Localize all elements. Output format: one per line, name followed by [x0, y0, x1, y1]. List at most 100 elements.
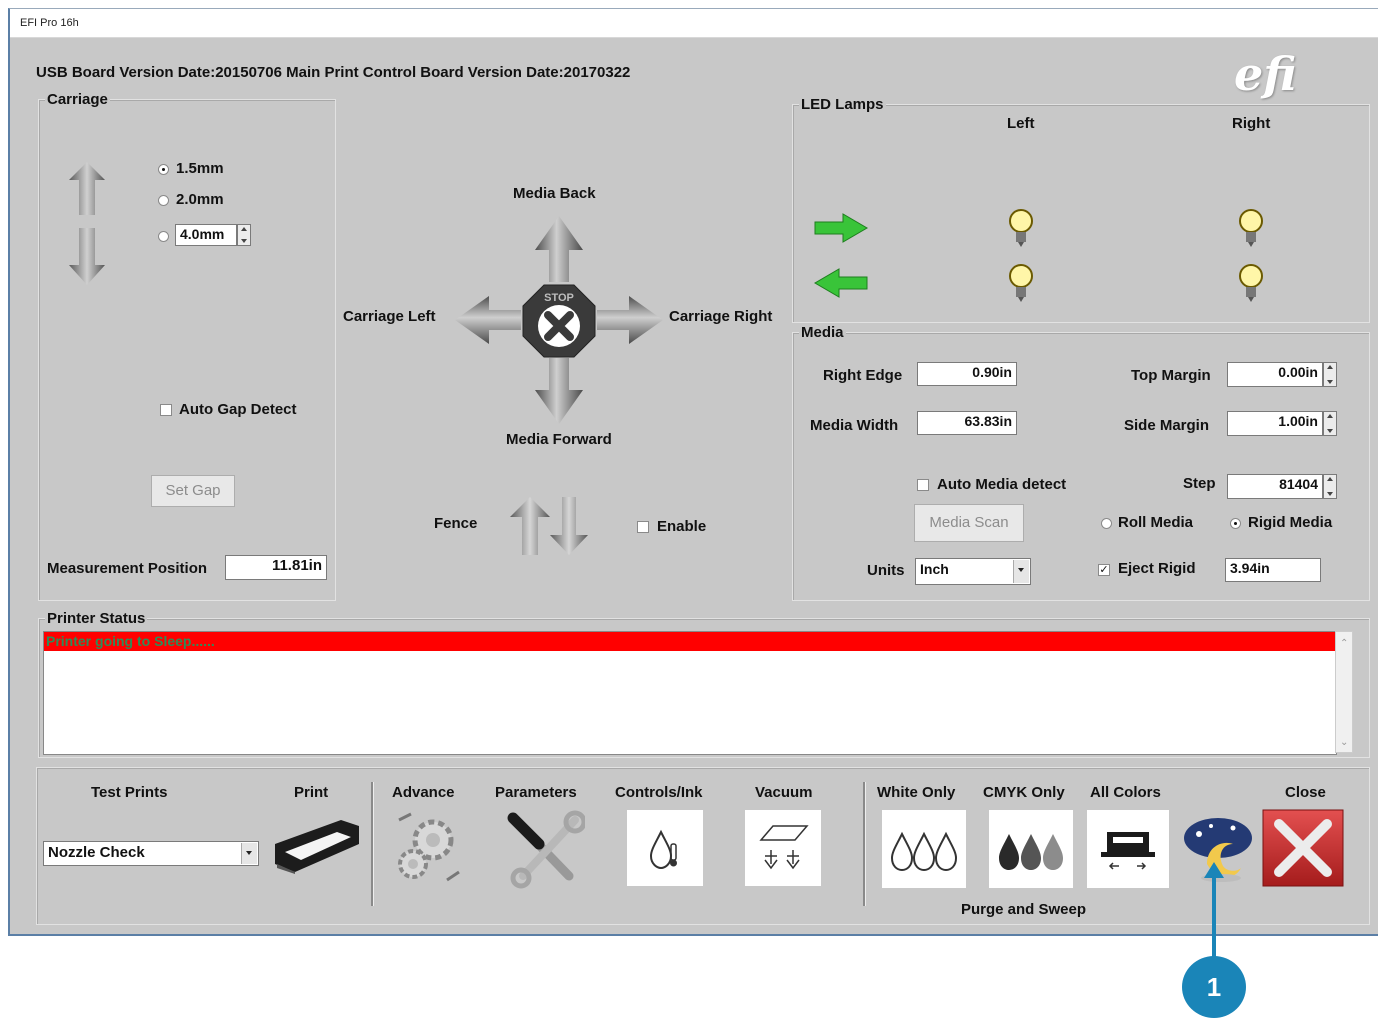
set-gap-button[interactable]: Set Gap [151, 475, 235, 507]
all-colors-button[interactable] [1087, 810, 1169, 888]
cmyk-ink-drops-icon [999, 834, 1063, 870]
media-legend: Media [799, 324, 846, 341]
parameters-tools-icon[interactable] [505, 810, 585, 890]
units-dropdown-arrow-icon[interactable] [1013, 560, 1029, 583]
media-back-arrow-icon[interactable] [535, 216, 583, 282]
callout-line [1212, 872, 1216, 960]
fence-up-down-arrows-icon[interactable] [510, 495, 602, 557]
right-edge-label: Right Edge [823, 367, 903, 384]
step-input[interactable]: 81404 [1227, 474, 1323, 499]
callout-arrowhead-icon [1204, 862, 1224, 878]
auto-media-detect-label: Auto Media detect [937, 476, 1067, 493]
carriage-group: Carriage 1.5mm 2.0mm 4.0mm Auto Gap Dete… [38, 91, 336, 601]
units-select[interactable]: Inch [915, 558, 1031, 585]
fence-enable-checkbox[interactable] [637, 521, 649, 533]
test-prints-select[interactable]: Nozzle Check [43, 841, 259, 866]
media-forward-label: Media Forward [506, 431, 612, 448]
auto-gap-detect-label: Auto Gap Detect [179, 401, 297, 418]
rigid-media-radio[interactable] [1230, 518, 1241, 529]
fence-label: Fence [434, 515, 478, 532]
close-button-icon[interactable] [1261, 808, 1345, 888]
lightbulb-right-top-icon[interactable] [1237, 208, 1265, 248]
measurement-position-label: Measurement Position [47, 560, 208, 577]
auto-media-detect-checkbox[interactable] [917, 479, 929, 491]
gap-custom-spinner[interactable] [237, 224, 251, 246]
scroll-up-icon[interactable]: ⌃ [1340, 638, 1348, 649]
white-only-button[interactable] [882, 810, 966, 888]
side-margin-label: Side Margin [1124, 417, 1210, 434]
white-ink-drops-icon [890, 831, 958, 872]
carriage-left-arrow-icon[interactable] [455, 296, 521, 344]
step-spinner[interactable] [1323, 474, 1337, 499]
top-margin-input[interactable]: 0.00in [1227, 362, 1323, 387]
led-lamps-group: LED Lamps Left Right [792, 96, 1370, 323]
purge-head-icon [1101, 832, 1155, 870]
green-arrow-right-icon[interactable] [813, 213, 869, 243]
gap-radio-custom[interactable] [158, 231, 169, 242]
eject-rigid-label: Eject Rigid [1118, 560, 1196, 577]
gap-option-2-0-label: 2.0mm [176, 191, 224, 208]
status-log[interactable]: Printer going to Sleep...... [43, 631, 1337, 755]
app-window: EFI Pro 16h USB Board Version Date:20150… [8, 8, 1378, 936]
version-info: USB Board Version Date:20150706 Main Pri… [36, 64, 631, 81]
eject-rigid-checkbox[interactable]: ✓ [1098, 564, 1110, 576]
stop-button-icon[interactable]: STOP [522, 284, 596, 358]
carriage-up-down-arrows-icon[interactable] [67, 160, 107, 290]
efi-logo: efi [1234, 47, 1297, 101]
lightbulb-left-bottom-icon[interactable] [1007, 263, 1035, 303]
measurement-position-input[interactable]: 11.81in [225, 555, 327, 580]
carriage-left-label: Carriage Left [343, 308, 436, 325]
fence-enable-label: Enable [657, 518, 707, 535]
vacuum-icon [759, 825, 809, 870]
printer-status-legend: Printer Status [45, 610, 148, 627]
side-margin-spinner[interactable] [1323, 411, 1337, 436]
media-width-input[interactable]: 63.83in [917, 411, 1017, 435]
lightbulb-right-bottom-icon[interactable] [1237, 263, 1265, 303]
controls-ink-label: Controls/Ink [615, 784, 703, 801]
white-only-label: White Only [877, 784, 956, 801]
roll-media-label: Roll Media [1118, 514, 1194, 531]
scroll-down-icon[interactable]: ⌄ [1340, 737, 1348, 748]
callout-badge: 1 [1182, 956, 1246, 1018]
carriage-right-arrow-icon[interactable] [597, 296, 663, 344]
side-margin-input[interactable]: 1.00in [1227, 411, 1323, 436]
vacuum-button[interactable] [745, 810, 821, 886]
green-arrow-left-icon[interactable] [813, 268, 869, 298]
print-label: Print [294, 784, 329, 801]
stop-text: STOP [544, 292, 574, 304]
units-label: Units [867, 562, 905, 579]
advance-label: Advance [392, 784, 455, 801]
units-select-value: Inch [920, 561, 949, 577]
cmyk-only-label: CMYK Only [983, 784, 1065, 801]
gap-radio-2-0[interactable] [158, 195, 169, 206]
media-group: Media Right Edge 0.90in Media Width 63.8… [792, 324, 1370, 601]
window-title: EFI Pro 16h [20, 17, 79, 29]
gap-option-1-5-label: 1.5mm [176, 160, 224, 177]
gap-radio-1-5[interactable] [158, 164, 169, 175]
lightbulb-left-top-icon[interactable] [1007, 208, 1035, 248]
media-forward-arrow-icon[interactable] [535, 358, 583, 424]
top-margin-label: Top Margin [1131, 367, 1211, 384]
media-back-label: Media Back [513, 185, 596, 202]
test-prints-dropdown-arrow-icon[interactable] [241, 843, 257, 864]
auto-gap-detect-checkbox[interactable] [160, 404, 172, 416]
top-margin-spinner[interactable] [1323, 362, 1337, 387]
ink-temperature-icon [649, 829, 677, 870]
printer-status-group: Printer Status Printer going to Sleep...… [38, 610, 1370, 758]
cmyk-only-button[interactable] [989, 810, 1073, 888]
controls-ink-button[interactable] [627, 810, 703, 886]
roll-media-radio[interactable] [1101, 518, 1112, 529]
led-lamps-legend: LED Lamps [799, 96, 886, 113]
status-scrollbar[interactable]: ⌃ ⌄ [1335, 631, 1353, 753]
media-scan-button[interactable]: Media Scan [914, 504, 1024, 542]
advance-gears-icon[interactable] [389, 810, 469, 886]
direction-pad: STOP [455, 216, 663, 424]
gap-custom-input[interactable]: 4.0mm [175, 224, 237, 246]
printer-icon[interactable] [271, 812, 361, 876]
step-label: Step [1183, 475, 1216, 492]
carriage-legend: Carriage [45, 91, 110, 108]
right-edge-input[interactable]: 0.90in [917, 362, 1017, 386]
toolbar-separator-1 [371, 782, 374, 906]
close-label: Close [1285, 784, 1326, 801]
eject-rigid-input[interactable]: 3.94in [1225, 558, 1321, 582]
